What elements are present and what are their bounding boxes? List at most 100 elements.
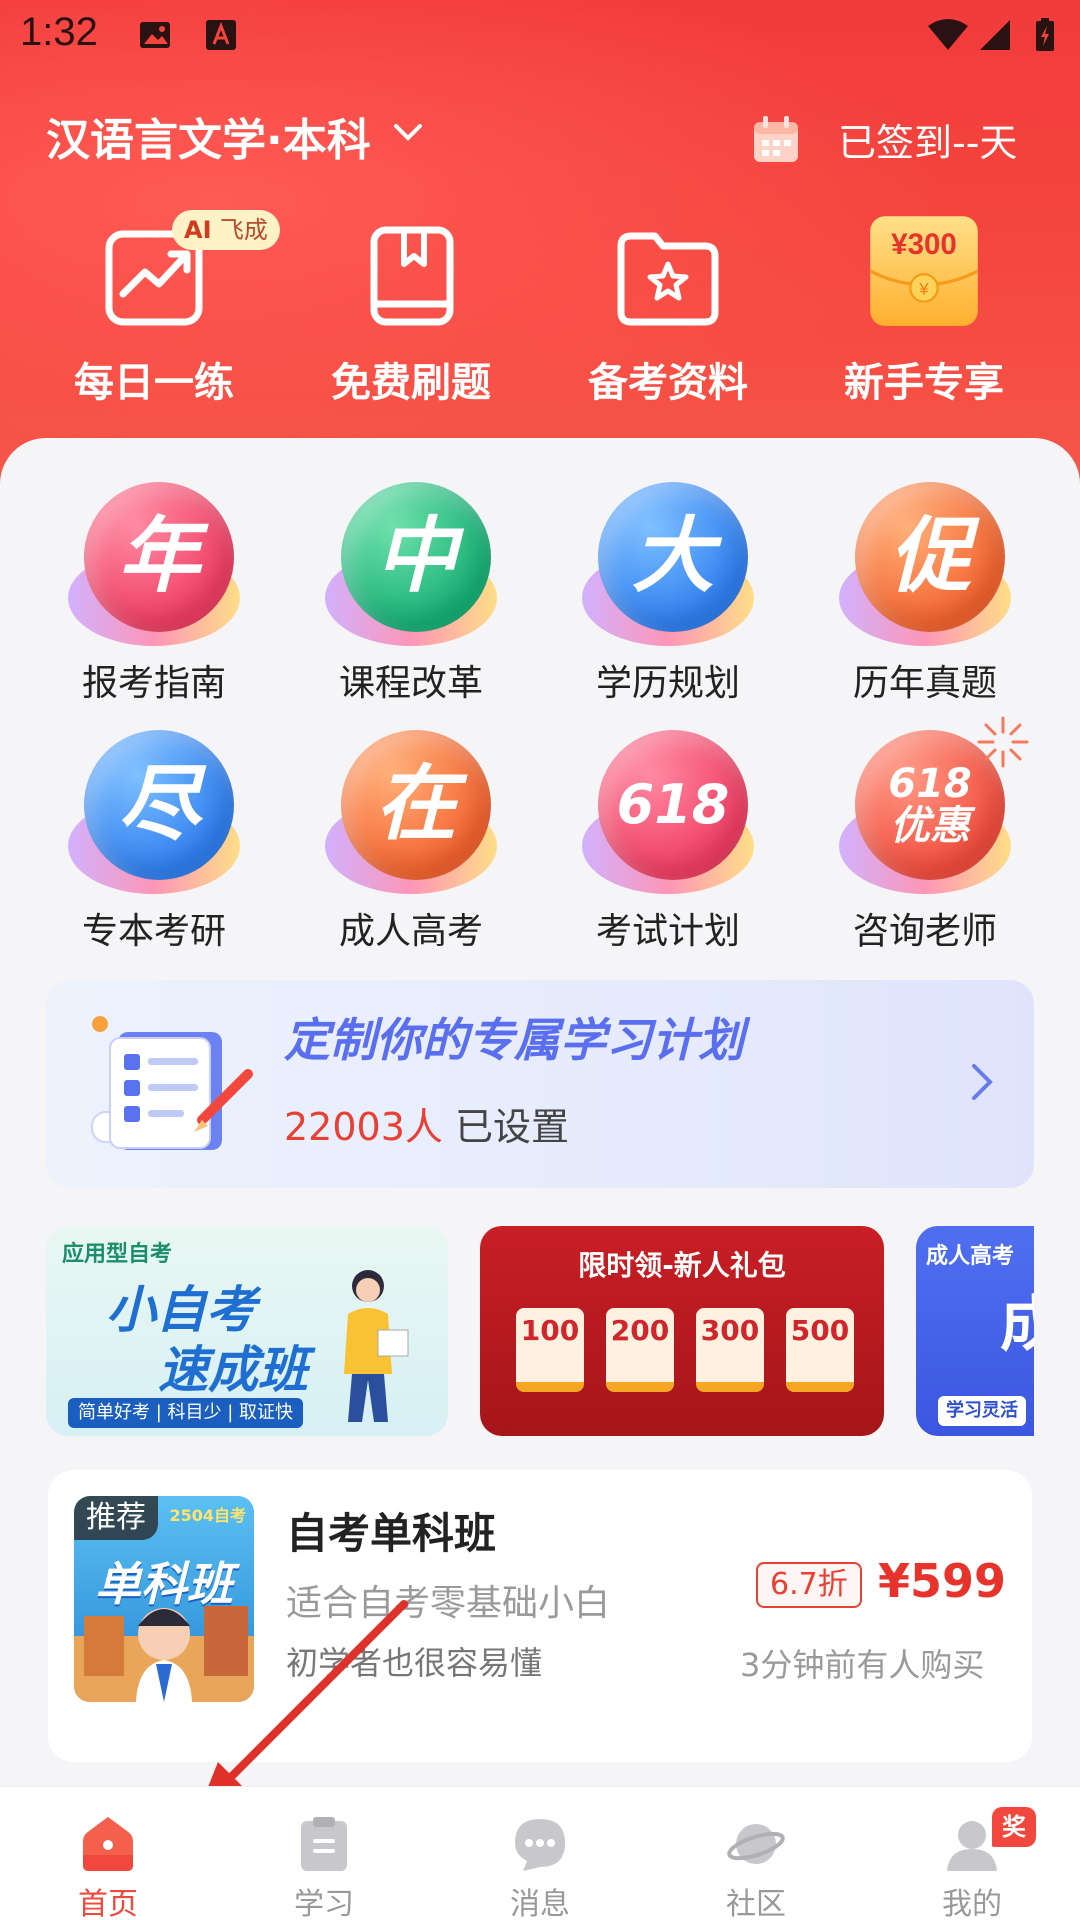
grid-item-upgrade-postgrad[interactable]: 尽 专本考研 (34, 726, 274, 956)
quick-action-label: 免费刷题 (331, 360, 491, 406)
checkin-status[interactable]: 已签到--天 (838, 112, 1017, 167)
tab-label: 消息 (510, 1887, 570, 1920)
grid-label: 报考指南 (81, 663, 226, 704)
reward-badge: 奖 (992, 1807, 1036, 1847)
tab-home[interactable]: 首页 (0, 1787, 216, 1920)
promo-footer: 简单好考 | 科目少 | 取证快 (68, 1398, 304, 1428)
study-plan-banner[interactable]: 定制你的专属学习计划 22003人 已设置 (46, 980, 1034, 1188)
course-desc-secondary: 初学者也很容易懂 (286, 1644, 543, 1682)
chat-bubble-icon (515, 1819, 565, 1871)
image-notification-icon (140, 22, 170, 48)
status-time: 1:32 (20, 10, 98, 54)
envelope-amount: ¥300 (891, 228, 957, 261)
coupon-value: 200 (610, 1314, 670, 1347)
coupon-value: 100 (520, 1314, 580, 1347)
grid-label: 学历规划 (595, 663, 740, 704)
quick-action-free-questions[interactable]: 免费刷题 (301, 220, 521, 410)
big-badge-icon: 大 (578, 478, 758, 648)
thumb-corner: 2504自考 (169, 1506, 246, 1525)
grid-item-exam-plan[interactable]: 618 考试计划 (548, 726, 788, 956)
promo-banner-newbie-gift[interactable]: 限时领-新人礼包 100 200 300 500 (480, 1226, 884, 1436)
plan-subtitle: 22003人 已设置 (284, 1096, 569, 1151)
quick-action-label: 每日一练 (74, 360, 234, 406)
grid-glyph: 618 优惠 (888, 761, 972, 849)
planet-icon (727, 1824, 785, 1864)
grid-label: 考试计划 (595, 911, 740, 952)
grid-glyph: 促 (889, 509, 971, 604)
recent-purchase-note: 3分钟前有人购买 (740, 1646, 985, 1684)
quick-action-study-materials[interactable]: 备考资料 (558, 220, 778, 410)
course-card[interactable]: 单科班 2504自考 推荐 自考单科班 适合自考零基础小白 初学者也很容易懂 6… (48, 1470, 1032, 1762)
plan-title: 定制你的专属学习计划 (284, 1013, 744, 1067)
grid-item-adult-exam[interactable]: 在 成人高考 (291, 726, 531, 956)
promo-tag: 应用型自考 (62, 1242, 173, 1267)
course-thumbnail: 单科班 2504自考 推荐 (74, 1496, 254, 1702)
course-desc-primary: 适合自考零基础小白 (286, 1583, 611, 1624)
home-icon (83, 1817, 133, 1871)
recommend-tag: 推荐 (74, 1496, 158, 1540)
grid-glyph: 中 (375, 509, 457, 604)
svg-text:¥: ¥ (918, 279, 929, 298)
grid-item-degree-planning[interactable]: 大 学历规划 (548, 478, 788, 708)
tab-study[interactable]: 学习 (216, 1787, 432, 1920)
grid-label: 专本考研 (81, 911, 226, 952)
major-selector[interactable]: 汉语言文学·本科 (46, 104, 371, 168)
tab-label: 首页 (78, 1887, 138, 1920)
promo-title: 限时领-新人礼包 (578, 1249, 786, 1282)
course-price: ¥599 (878, 1554, 1007, 1608)
calendar-icon[interactable] (752, 114, 800, 164)
promo-footer: 学习灵活 (938, 1396, 1026, 1426)
ai-badge-thin: 飞成 (219, 216, 268, 244)
jin-badge-icon: 尽 (64, 726, 244, 896)
grid-glyph: 尽 (118, 757, 200, 852)
clipboard-icon (301, 1817, 347, 1871)
grid-item-past-papers[interactable]: 促 历年真题 (805, 478, 1045, 708)
student-illustration-icon (344, 1270, 409, 1422)
course-title: 自考单科班 (286, 1509, 497, 1558)
grid-label: 成人高考 (338, 911, 483, 952)
app-notification-icon (206, 20, 236, 50)
grid-glyph: 年 (118, 509, 200, 604)
bottom-tab-bar: 首页 学习 消息 社区 奖 我的 (0, 1786, 1080, 1920)
zai-badge-icon: 在 (321, 726, 501, 896)
quick-action-newbie-offer[interactable]: ¥ ¥300 新手专享 (814, 216, 1034, 410)
red-envelope-icon: ¥ ¥300 (869, 216, 979, 326)
tab-label: 我的 (942, 1887, 1002, 1920)
grid-item-course-reform[interactable]: 中 课程改革 (291, 478, 531, 708)
discount-badge: 6.7折 (756, 1562, 862, 1608)
promote-badge-icon: 促 (835, 478, 1015, 648)
ai-badge: AI 飞成 (172, 210, 280, 250)
header-row: 汉语言文学·本科 已签到--天 (0, 100, 1080, 180)
chevron-down-icon[interactable] (388, 112, 428, 152)
promo-618-sale-icon: 618 优惠 (835, 716, 1029, 896)
tab-profile[interactable]: 奖 我的 (864, 1787, 1080, 1920)
ai-badge-bold: AI (184, 216, 212, 244)
plan-count: 22003人 (284, 1105, 443, 1149)
grid-item-consult-teacher[interactable]: 618 优惠 咨询老师 (805, 716, 1045, 956)
signal-icon (980, 20, 1010, 50)
promo-banner-self-study[interactable]: 应用型自考 小自考 速成班 简单好考 | 科目少 | 取证快 (46, 1226, 448, 1436)
promo-line2: 速成班 (158, 1341, 308, 1399)
tab-messages[interactable]: 消息 (432, 1787, 648, 1920)
promo-banner-adult-exam[interactable]: 成人高考 成 学习灵活 (916, 1226, 1034, 1436)
quick-action-label: 备考资料 (588, 360, 748, 406)
wifi-icon (928, 19, 968, 50)
grid-label: 咨询老师 (852, 911, 997, 952)
battery-icon (1036, 18, 1054, 51)
chevron-right-icon[interactable] (966, 1060, 998, 1104)
quick-action-label: 新手专享 (844, 360, 1004, 406)
tab-label: 社区 (726, 1887, 786, 1920)
grid-label: 历年真题 (852, 663, 997, 704)
coupon-value: 500 (790, 1314, 850, 1347)
coupon-value: 300 (700, 1314, 760, 1347)
grid-item-exam-guide[interactable]: 年 报考指南 (34, 478, 274, 708)
thumb-text: 单科班 (95, 1557, 233, 1611)
promo-big: 成 (1000, 1290, 1034, 1360)
tab-label: 学习 (294, 1887, 354, 1920)
grid-label: 课程改革 (338, 663, 483, 704)
tab-community[interactable]: 社区 (648, 1787, 864, 1920)
checklist-illustration-icon (91, 1016, 253, 1150)
grid-glyph: 618 (616, 773, 730, 836)
plan-suffix: 已设置 (442, 1105, 569, 1149)
grid-glyph: 大 (632, 509, 714, 604)
